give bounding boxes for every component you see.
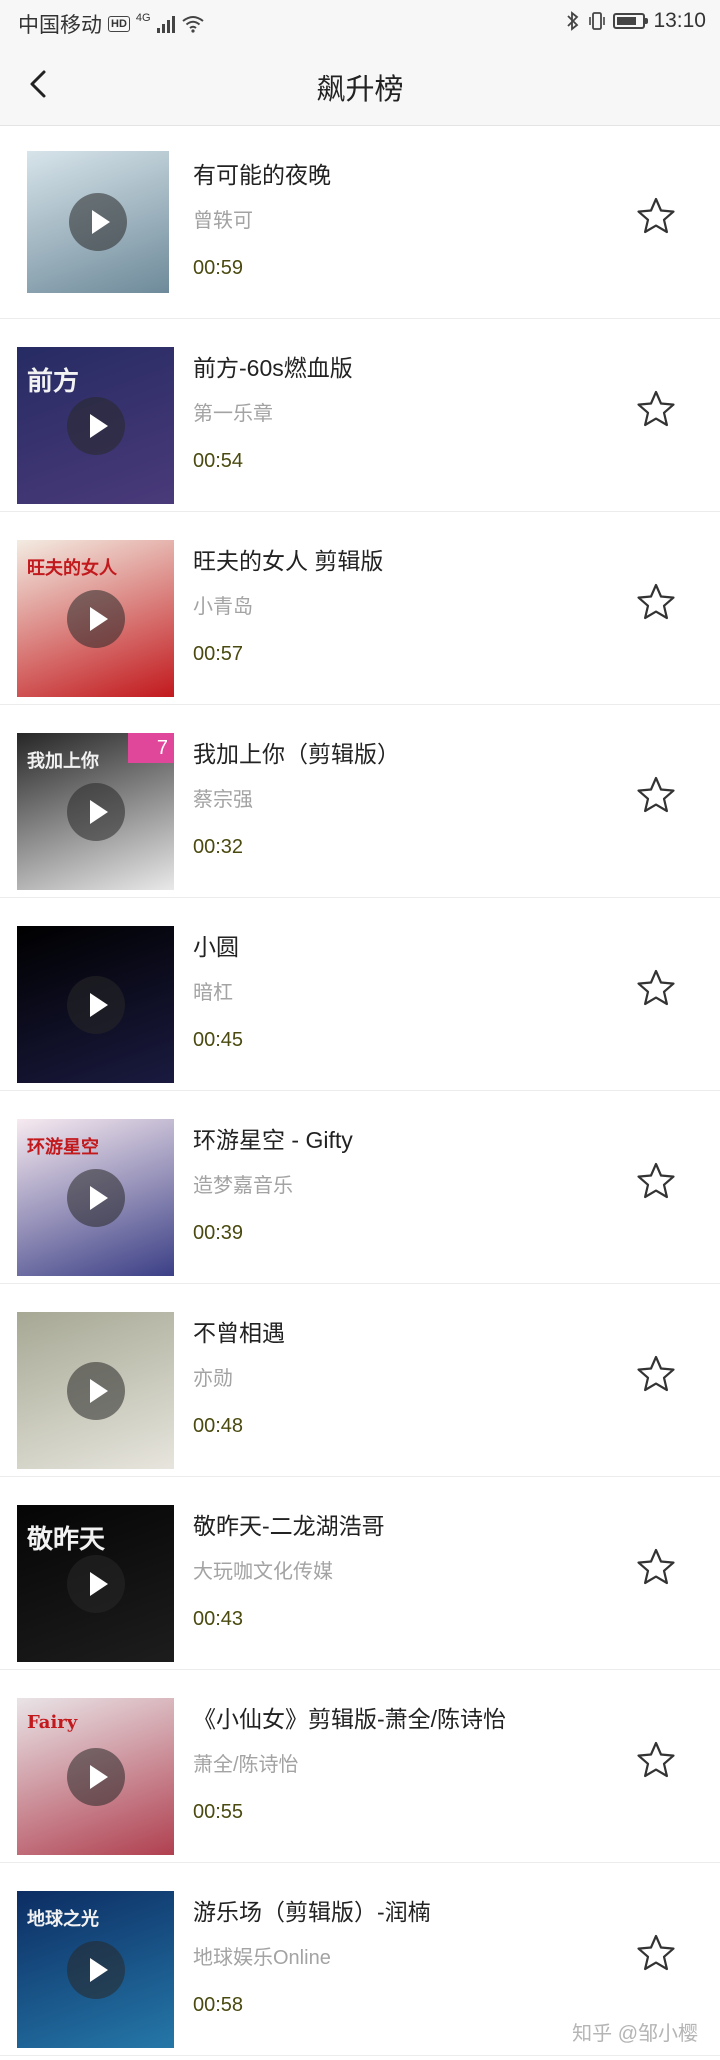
hd-icon: HD: [108, 16, 130, 32]
album-cover[interactable]: 我加上你 7: [17, 733, 174, 890]
network-type: 4G: [135, 12, 151, 24]
album-cover[interactable]: [27, 151, 169, 293]
play-icon[interactable]: [66, 1361, 125, 1420]
song-duration: 00:48: [193, 1415, 244, 1437]
play-icon[interactable]: [66, 589, 125, 648]
song-artist: 曾轶可: [193, 210, 253, 232]
signal-icon: [156, 15, 175, 33]
play-icon[interactable]: [66, 1168, 125, 1227]
cover-art-text: 我加上你: [27, 751, 99, 772]
song-title[interactable]: 不曾相遇: [193, 1314, 285, 1348]
album-cover[interactable]: 敬昨天: [17, 1505, 174, 1662]
album-cover[interactable]: 环游星空: [17, 1119, 174, 1276]
status-time: 13:10: [653, 9, 706, 32]
cover-art-text: Fairy: [27, 1712, 78, 1733]
song-row[interactable]: 敬昨天 敬昨天-二龙湖浩哥大玩咖文化传媒 00:43: [0, 1477, 720, 1670]
play-icon[interactable]: [66, 1940, 125, 1999]
song-duration: 00:43: [193, 1608, 244, 1630]
chart-badge: 7: [128, 733, 174, 763]
song-duration: 00:57: [193, 643, 244, 665]
play-icon[interactable]: [66, 782, 125, 841]
play-icon[interactable]: [69, 193, 127, 251]
album-cover[interactable]: 地球之光: [17, 1891, 174, 2048]
carrier-label: 中国移动: [18, 14, 102, 37]
play-icon[interactable]: [66, 1554, 125, 1613]
album-cover[interactable]: [17, 1312, 174, 1469]
status-bar: 中国移动 HD 4G 13:10: [0, 0, 720, 44]
header-bar: 飙升榜: [0, 44, 720, 126]
song-artist: 造梦嘉音乐: [193, 1175, 293, 1197]
song-row[interactable]: 我加上你 7 我加上你（剪辑版） 蔡宗强 00:32: [0, 705, 720, 898]
song-row[interactable]: 小圆暗杠 00:45: [0, 898, 720, 1091]
album-cover[interactable]: 前方: [17, 347, 174, 504]
song-duration: 00:59: [193, 257, 244, 279]
star-outline-icon[interactable]: [636, 1161, 676, 1201]
star-outline-icon[interactable]: [636, 1933, 676, 1973]
star-outline-icon[interactable]: [636, 1547, 676, 1587]
song-title[interactable]: 前方-60s燃血版: [193, 349, 353, 383]
song-row[interactable]: 不曾相遇亦勋 00:48: [0, 1284, 720, 1477]
song-duration: 00:45: [193, 1029, 244, 1051]
song-row[interactable]: 旺夫的女人 旺夫的女人 剪辑版小青岛 00:57: [0, 512, 720, 705]
song-artist: 地球娱乐Online: [193, 1947, 331, 1969]
play-icon[interactable]: [66, 396, 125, 455]
star-outline-icon[interactable]: [636, 775, 676, 815]
star-outline-icon[interactable]: [636, 1740, 676, 1780]
star-outline-icon[interactable]: [636, 1354, 676, 1394]
song-duration: 00:55: [193, 1801, 244, 1823]
song-duration: 00:32: [193, 836, 244, 858]
cover-art-text: 旺夫的女人: [27, 558, 117, 579]
song-artist: 暗杠: [193, 982, 233, 1004]
star-outline-icon[interactable]: [636, 389, 676, 429]
song-title[interactable]: 敬昨天-二龙湖浩哥: [193, 1507, 385, 1541]
album-cover[interactable]: Fairy: [17, 1698, 174, 1855]
cover-art-text: 前方: [27, 367, 80, 397]
song-list: 有可能的夜晚 曾轶可 00:59 前方 前方-60s燃血版 第一乐章 00:54 旺夫的女人旺…: [0, 126, 720, 2056]
song-title[interactable]: 小圆: [193, 928, 239, 962]
song-title[interactable]: 有可能的夜晚: [193, 156, 331, 190]
song-artist: 小青岛: [193, 596, 253, 618]
song-artist: 蔡宗强: [193, 789, 253, 811]
song-title[interactable]: 环游星空 - Gifty: [193, 1121, 353, 1155]
star-outline-icon[interactable]: [636, 582, 676, 622]
play-icon[interactable]: [66, 975, 125, 1034]
song-row[interactable]: Fairy 《小仙女》剪辑版-萧全/陈诗怡萧全/陈诗怡 00:55: [0, 1670, 720, 1863]
song-artist: 亦勋: [193, 1368, 233, 1390]
cover-art-text: 地球之光: [27, 1909, 99, 1930]
song-row[interactable]: 有可能的夜晚曾轶可 00:59: [0, 126, 720, 319]
wifi-icon: [181, 16, 204, 33]
song-duration: 00:54: [193, 450, 244, 472]
play-icon[interactable]: [66, 1747, 125, 1806]
song-title[interactable]: 《小仙女》剪辑版-萧全/陈诗怡: [193, 1700, 506, 1734]
song-row[interactable]: 前方 前方-60s燃血版第一乐章 00:54: [0, 319, 720, 512]
cover-art-text: 敬昨天: [27, 1525, 106, 1555]
song-row[interactable]: 环游星空 环游星空 - Gifty 造梦嘉音乐 00:39: [0, 1091, 720, 1284]
watermark-text: 知乎 @邹小樱: [572, 2023, 698, 2045]
song-artist: 大玩咖文化传媒: [193, 1561, 333, 1583]
album-cover[interactable]: [17, 926, 174, 1083]
star-outline-icon[interactable]: [636, 196, 676, 236]
album-cover[interactable]: 旺夫的女人: [17, 540, 174, 697]
song-artist: 萧全/陈诗怡: [193, 1754, 299, 1776]
song-duration: 00:58: [193, 1994, 244, 2016]
song-title[interactable]: 旺夫的女人 剪辑版: [193, 542, 383, 576]
song-artist: 第一乐章: [193, 403, 273, 425]
bluetooth-icon: [567, 11, 579, 31]
song-title[interactable]: 我加上你（剪辑版）: [193, 735, 400, 769]
star-outline-icon[interactable]: [636, 968, 676, 1008]
vibrate-icon: [589, 12, 606, 30]
page-title: 飙升榜: [316, 74, 404, 106]
song-title[interactable]: 游乐场（剪辑版）-润楠: [193, 1893, 431, 1927]
cover-art-text: 环游星空: [27, 1137, 99, 1158]
battery-icon: [613, 13, 649, 29]
song-duration: 00:39: [193, 1222, 244, 1244]
